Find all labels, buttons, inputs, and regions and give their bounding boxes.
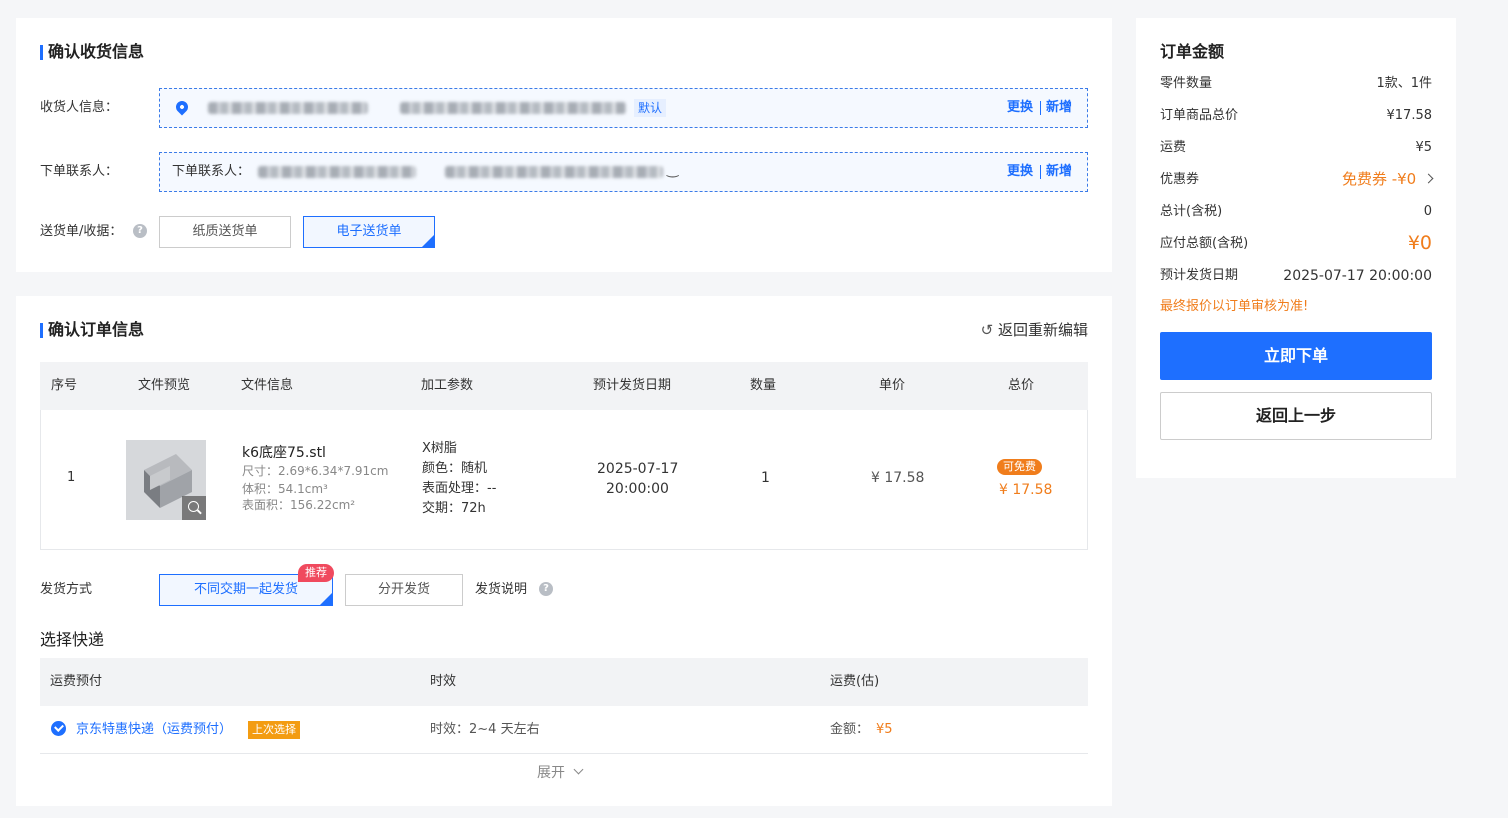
zoom-icon[interactable] xyxy=(182,496,206,520)
chevron-down-icon xyxy=(574,764,584,775)
eye-closed-icon[interactable]: ‿ xyxy=(667,162,678,178)
submit-order-button[interactable]: 立即下单 xyxy=(1160,332,1432,380)
summary-value-payable: ¥0 xyxy=(1407,232,1432,254)
col-file-info: 文件信息 xyxy=(241,378,294,393)
paper-note-option[interactable]: 纸质送货单 xyxy=(159,216,291,248)
summary-value-shipping: ¥5 xyxy=(1415,140,1432,155)
express-name: 京东特惠快递（运费预付） xyxy=(76,722,233,737)
receipt-card: 确认收货信息 收货人信息： 默认 更换 新增 下单联系人： 下单联系人： ‿ 更… xyxy=(16,18,1112,272)
col-fee: 运费(估) xyxy=(830,674,880,689)
summary-label-coupon: 优惠券 xyxy=(1160,172,1200,187)
last-choice-tag: 上次选择 xyxy=(248,721,300,739)
col-index: 序号 xyxy=(51,378,78,393)
summary-value-coupon: 免费券 -¥0 xyxy=(1341,170,1417,188)
express-title: 选择快递 xyxy=(40,630,105,649)
summary-label-part-count: 零件数量 xyxy=(1160,76,1213,91)
order-title: 确认订单信息 xyxy=(40,320,144,340)
total-price: ¥ 17.58 xyxy=(999,482,1053,498)
summary-label-ship-date: 预计发货日期 xyxy=(1160,268,1239,283)
summary-label-shipping: 运费 xyxy=(1160,140,1187,155)
location-pin-icon xyxy=(173,98,191,116)
ship-date: 2025-07-17 xyxy=(597,461,679,477)
summary-value-total-tax: 0 xyxy=(1423,204,1432,219)
expand-label: 展开 xyxy=(537,765,565,781)
param-color: 颜色：随机 xyxy=(422,461,488,476)
contact-box[interactable]: 下单联系人： ‿ 更换 新增 xyxy=(159,152,1088,192)
summary-label-total-tax: 总计(含税) xyxy=(1160,204,1223,219)
file-size: 尺寸：2.69*6.34*7.91cm xyxy=(242,464,389,478)
order-card: 确认订单信息 ↺ 返回重新编辑 序号 文件预览 文件信息 加工参数 预计发货日期… xyxy=(16,296,1112,806)
default-tag: 默认 xyxy=(634,99,667,117)
summary-value-part-count: 1款、1件 xyxy=(1376,76,1432,91)
change-contact-link[interactable]: 更换 xyxy=(1007,163,1033,181)
summary-card: 订单金额 零件数量 1款、1件 订单商品总价 ¥17.58 运费 ¥5 优惠券 … xyxy=(1136,18,1456,478)
back-step-button[interactable]: 返回上一步 xyxy=(1160,392,1432,440)
add-contact-link[interactable]: 新增 xyxy=(1046,163,1072,181)
col-ship-date: 预计发货日期 xyxy=(593,378,672,393)
chevron-right-icon xyxy=(1423,173,1434,184)
address-redacted xyxy=(400,102,626,114)
order-table-header: 序号 文件预览 文件信息 加工参数 预计发货日期 数量 单价 总价 xyxy=(40,362,1088,410)
add-receiver-link[interactable]: 新增 xyxy=(1046,99,1072,117)
row-index: 1 xyxy=(67,470,76,485)
summary-label-goods-total: 订单商品总价 xyxy=(1160,108,1239,123)
table-row: 1 k6底座75.stl 尺寸：2.69*6.34*7.91cm 体积：54.1… xyxy=(40,410,1088,550)
help-icon[interactable]: ? xyxy=(539,582,553,596)
contact-label: 下单联系人： xyxy=(40,164,119,179)
col-unit-price: 单价 xyxy=(879,378,906,393)
param-material: X树脂 xyxy=(422,441,457,456)
price-notice: 最终报价以订单审核为准! xyxy=(1160,299,1309,314)
shipping-note-label: 发货说明 xyxy=(475,582,528,597)
back-edit-link[interactable]: ↺ 返回重新编辑 xyxy=(981,320,1088,340)
summary-value-ship-date: 2025-07-17 20:00:00 xyxy=(1283,268,1432,284)
summary-title: 订单金额 xyxy=(1160,42,1225,61)
express-table-header: 运费预付 时效 运费(估) xyxy=(40,658,1088,706)
col-time: 时效 xyxy=(430,674,457,689)
receiver-redacted xyxy=(208,102,368,114)
link-separator xyxy=(1040,101,1041,115)
col-total-price: 总价 xyxy=(1008,378,1035,393)
delivery-note-label: 送货单/收据： xyxy=(40,224,123,239)
receipt-title: 确认收货信息 xyxy=(40,42,144,62)
summary-label-payable: 应付总额(含税) xyxy=(1160,236,1249,251)
file-preview-thumbnail[interactable] xyxy=(126,440,206,520)
express-amount: ¥5 xyxy=(876,722,893,737)
back-edit-label: 返回重新编辑 xyxy=(997,321,1088,339)
express-time: 时效：2~4 天左右 xyxy=(430,722,540,737)
ship-separately-option[interactable]: 分开发货 xyxy=(345,574,463,606)
express-amount-label: 金额： xyxy=(830,722,870,737)
file-surface: 表面积：156.22cm² xyxy=(242,498,356,512)
receiver-box[interactable]: 默认 更换 新增 xyxy=(159,88,1088,128)
col-preview: 文件预览 xyxy=(138,378,191,393)
ship-time: 20:00:00 xyxy=(606,481,669,497)
expand-toggle[interactable]: 展开 xyxy=(537,764,584,782)
receiver-label: 收货人信息： xyxy=(40,100,119,115)
col-quantity: 数量 xyxy=(750,378,777,393)
unit-price: ¥ 17.58 xyxy=(871,470,925,486)
shipping-method-label: 发货方式 xyxy=(40,582,93,597)
recommend-badge: 推荐 xyxy=(298,564,334,582)
express-option-row[interactable]: 京东特惠快递（运费预付） 上次选择 时效：2~4 天左右 金额： ¥5 xyxy=(40,706,1088,754)
free-badge: 可免费 xyxy=(997,459,1042,475)
contact-phone-redacted xyxy=(445,166,663,178)
summary-value-goods-total: ¥17.58 xyxy=(1386,108,1433,123)
undo-icon: ↺ xyxy=(980,321,994,339)
help-icon[interactable]: ? xyxy=(133,224,147,238)
contact-name-redacted xyxy=(258,166,416,178)
electronic-note-option[interactable]: 电子送货单 xyxy=(303,216,435,248)
param-surface-treatment: 表面处理：-- xyxy=(422,481,497,496)
col-params: 加工参数 xyxy=(421,378,474,393)
col-prepaid: 运费预付 xyxy=(50,674,103,689)
quantity-value: 1 xyxy=(761,470,770,486)
param-lead-time: 交期：72h xyxy=(422,501,486,516)
change-receiver-link[interactable]: 更换 xyxy=(1007,99,1033,117)
file-name: k6底座75.stl xyxy=(242,445,326,461)
link-separator xyxy=(1040,165,1041,179)
check-circle-icon[interactable] xyxy=(51,721,66,736)
contact-prefix: 下单联系人： xyxy=(172,164,251,179)
coupon-selector[interactable]: 免费券 -¥0 xyxy=(1341,169,1434,189)
